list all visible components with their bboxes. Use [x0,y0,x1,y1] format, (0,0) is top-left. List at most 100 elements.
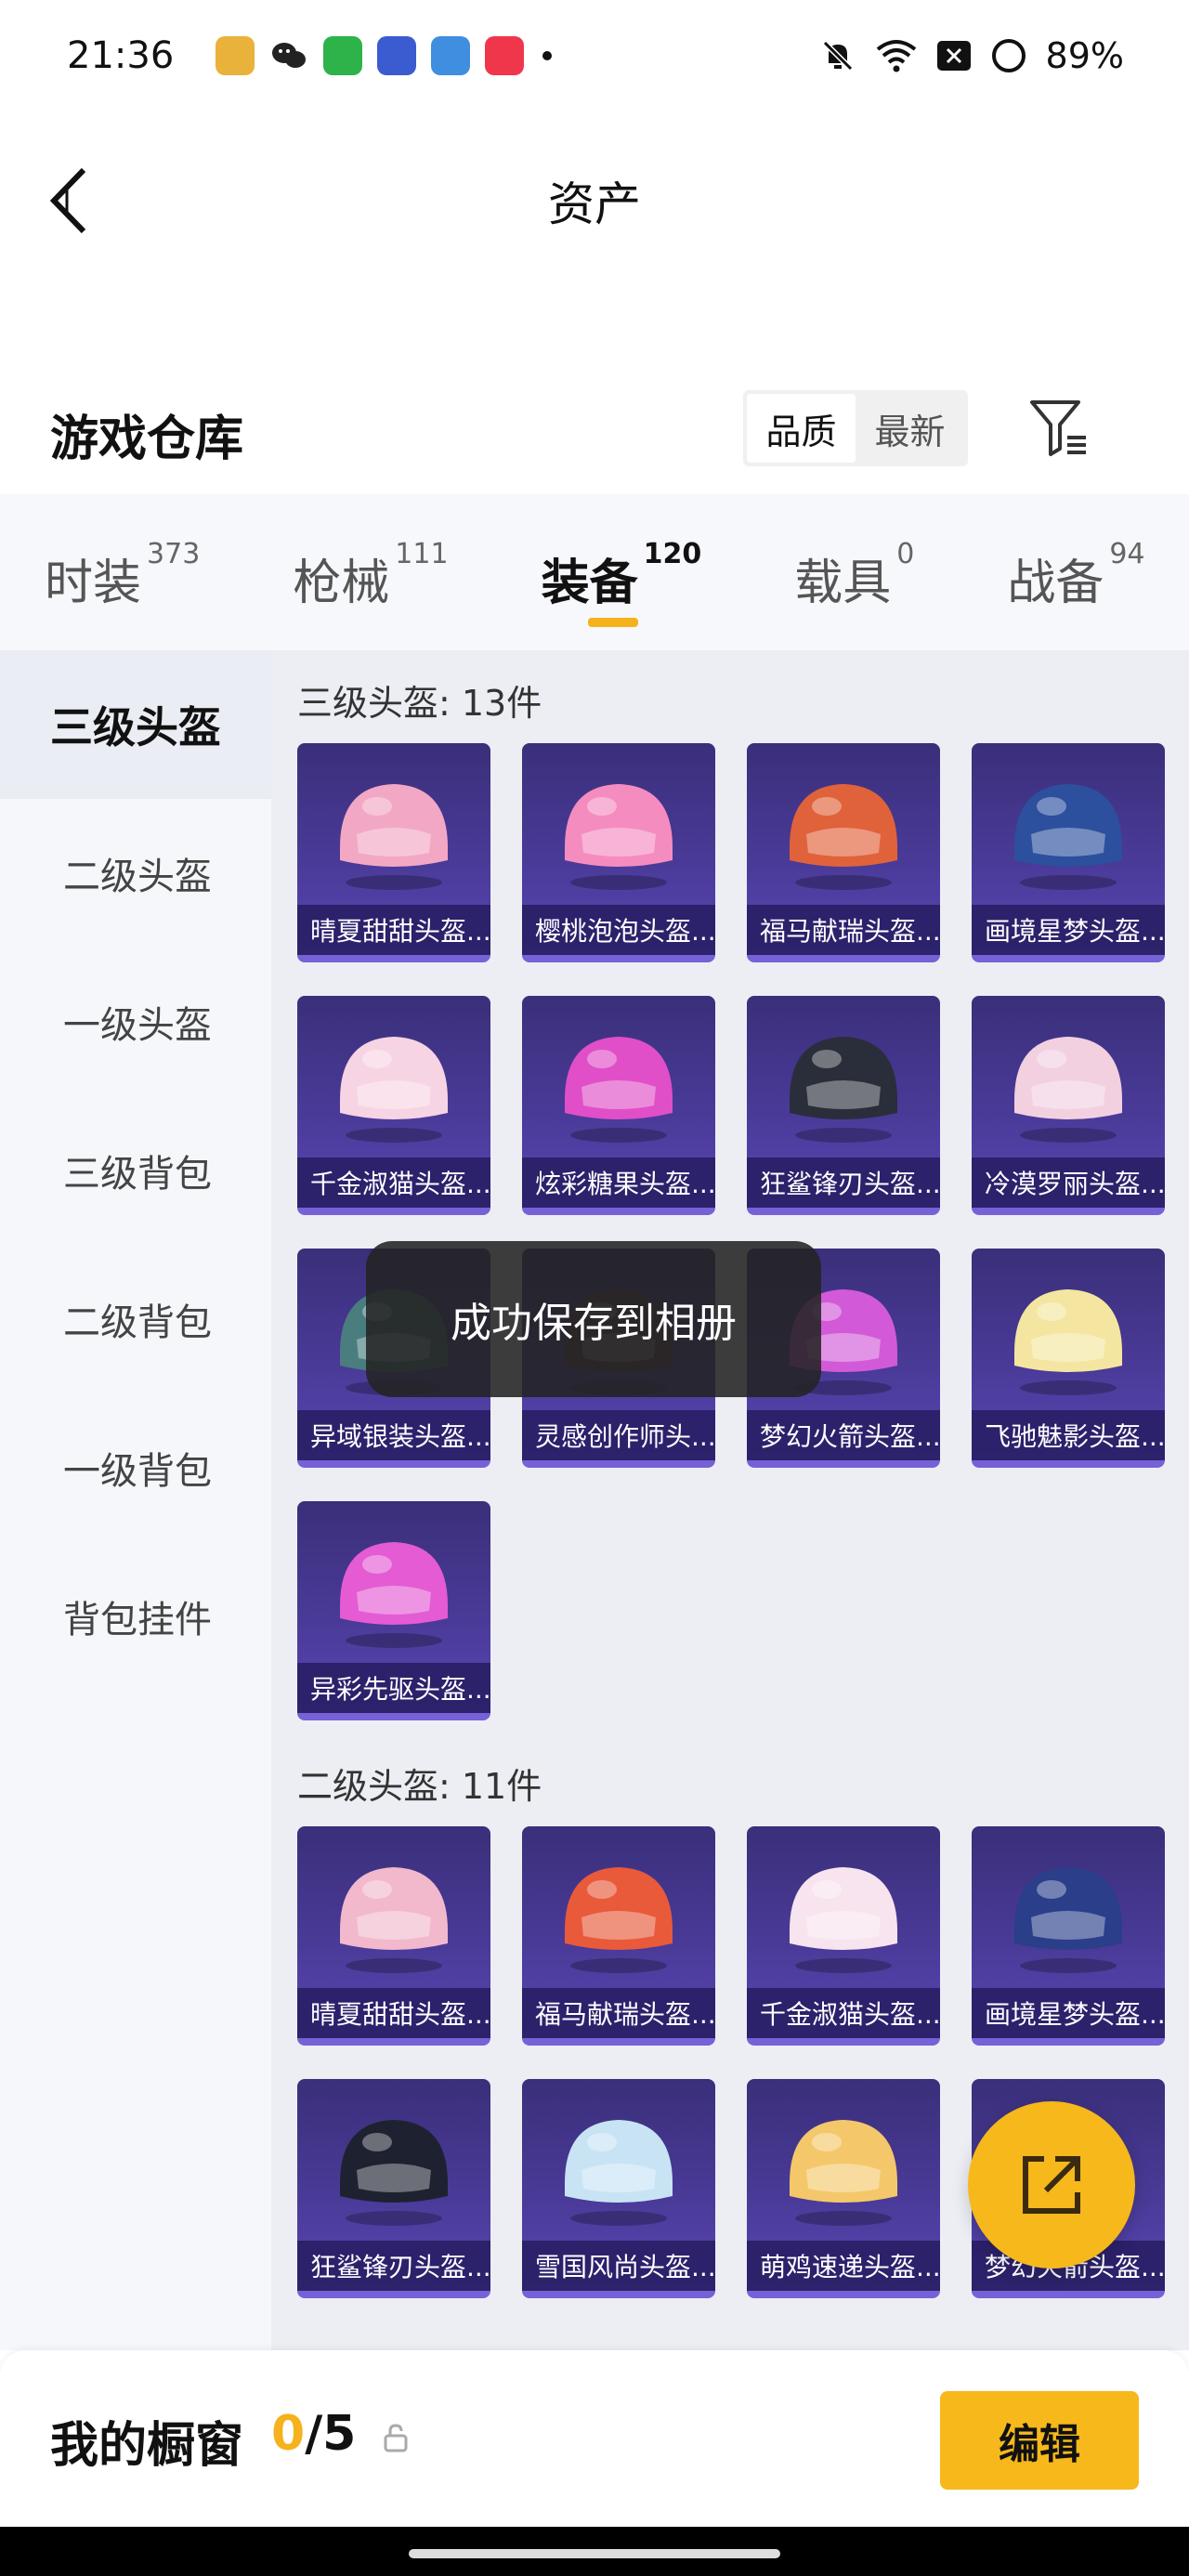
filter-button[interactable] [1022,390,1096,464]
item-card[interactable]: 樱桃泡泡头盔... [522,743,715,962]
helmet-icon [340,1542,448,1648]
tab-guns[interactable]: 枪械 111 [293,530,448,614]
status-app-icons [216,36,524,75]
helmet-thumbnail [544,1016,693,1146]
helmet-thumbnail [320,1016,468,1146]
item-card[interactable]: 雪国风尚头盔... [522,2079,715,2298]
item-card[interactable]: 千金淑猫头盔... [747,1826,940,2046]
game-app3-icon [431,36,470,75]
item-name: 福马献瑞头盔... [522,1988,715,2038]
item-name: 樱桃泡泡头盔... [522,905,715,955]
showcase-label: 我的橱窗 [50,2418,244,2474]
sort-toggle: 品质 最新 [743,390,968,466]
sidebar-item-level3-backpack[interactable]: 三级背包 [0,1096,271,1245]
helmet-icon [790,2120,897,2226]
share-icon [1023,2156,1080,2214]
item-card[interactable]: 晴夏甜甜头盔... [297,1826,490,2046]
warehouse-header: 游戏仓库 品质 最新 [0,353,1189,483]
game-app-icon [216,36,255,75]
game-app2-icon [377,36,416,75]
battery-percent: 89% [1045,35,1124,76]
section-title-level3: 三级头盔: 13件 [297,683,542,724]
item-card[interactable]: 福马献瑞头盔... [747,743,940,962]
edit-button[interactable]: 编辑 [940,2391,1139,2490]
item-name: 雪国风尚头盔... [522,2241,715,2291]
tab-count: 94 [1109,538,1145,570]
item-card[interactable]: 飞驰魅影头盔... [972,1249,1165,1468]
subcategory-sidebar: 三级头盔 二级头盔 一级头盔 三级背包 二级背包 一级背包 背包挂件 [0,650,271,2350]
helmet-thumbnail [994,1847,1143,1977]
helmet-icon [340,2120,448,2226]
helmet-icon [790,1867,897,1973]
sidebar-item-level2-helmet[interactable]: 二级头盔 [0,799,271,948]
home-gesture-handle[interactable] [409,2549,780,2558]
item-card[interactable]: 千金淑猫头盔... [297,996,490,1215]
tab-label: 时装 [45,556,142,611]
helmet-thumbnail [544,1847,693,1977]
item-card[interactable]: 狂鲨锋刃头盔... [747,996,940,1215]
helmet-thumbnail [544,2099,693,2229]
wifi-icon [876,40,916,72]
item-card[interactable]: 画境星梦头盔... [972,1826,1165,2046]
sidebar-item-level2-backpack[interactable]: 二级背包 [0,1245,271,1393]
tab-gear[interactable]: 战备 94 [1007,530,1144,614]
more-notifications-dot [542,51,552,60]
helmet-icon [790,1037,897,1143]
sort-by-quality[interactable]: 品质 [747,394,856,463]
item-card[interactable]: 福马献瑞头盔... [522,1826,715,2046]
item-card[interactable]: 炫彩糖果头盔... [522,996,715,1215]
tab-count: 0 [896,538,915,570]
item-card[interactable]: 狂鲨锋刃头盔... [297,2079,490,2298]
music-app-icon [485,36,524,75]
item-name: 冷漠罗丽头盔... [972,1157,1165,1208]
tab-fashion[interactable]: 时装 373 [45,530,200,614]
sidebar-item-level1-backpack[interactable]: 一级背包 [0,1393,271,1542]
item-card[interactable]: 萌鸡速递头盔... [747,2079,940,2298]
showcase-current: 0 [271,2406,306,2462]
showcase-total: /5 [305,2406,357,2462]
helmet-thumbnail [320,764,468,894]
helmet-icon [1014,1867,1122,1973]
item-name: 福马献瑞头盔... [747,905,940,955]
mute-icon [822,40,853,72]
tab-vehicles[interactable]: 载具 0 [794,530,914,614]
item-card[interactable]: 冷漠罗丽头盔... [972,996,1165,1215]
tab-label: 装备 [541,556,638,611]
item-name: 画境星梦头盔... [972,1988,1165,2038]
share-button[interactable] [968,2101,1135,2269]
wechat-icon [269,36,308,75]
item-name: 异彩先驱头盔... [297,1663,490,1713]
helmet-thumbnail [769,2099,918,2229]
item-grid-level3: 晴夏甜甜头盔... 樱桃泡泡头盔... 福马献瑞头盔... 画境星梦头盔... 千金淑猫… [297,743,1189,1720]
helmet-icon [565,784,673,890]
item-name: 晴夏甜甜头盔... [297,1988,490,2038]
section-title-level2: 二级头盔: 11件 [297,1766,542,1807]
battery-ring-icon [991,39,1026,72]
tab-label: 枪械 [293,556,390,611]
helmet-thumbnail [769,1847,918,1977]
tab-label: 载具 [794,556,892,611]
sidebar-item-level1-helmet[interactable]: 一级头盔 [0,948,271,1096]
shield-app-icon [323,36,362,75]
item-name: 画境星梦头盔... [972,905,1165,955]
item-name: 千金淑猫头盔... [297,1157,490,1208]
item-name: 狂鲨锋刃头盔... [297,2241,490,2291]
item-card[interactable]: 异彩先驱头盔... [297,1501,490,1720]
item-name: 千金淑猫头盔... [747,1988,940,2038]
content-area: 三级头盔 二级头盔 一级头盔 三级背包 二级背包 一级背包 背包挂件 三级头盔:… [0,650,1189,2350]
item-card[interactable]: 晴夏甜甜头盔... [297,743,490,962]
helmet-icon [565,2120,673,2226]
toast-message: 成功保存到相册 [366,1241,821,1397]
sidebar-item-level3-helmet[interactable]: 三级头盔 [0,650,271,799]
tab-equipment[interactable]: 装备 120 [541,530,701,627]
item-card[interactable]: 画境星梦头盔... [972,743,1165,962]
item-name: 晴夏甜甜头盔... [297,905,490,955]
helmet-thumbnail [320,2099,468,2229]
system-nav-bar [0,2527,1189,2576]
tab-count: 373 [147,538,201,570]
helmet-thumbnail [320,1847,468,1977]
sidebar-item-backpack-charm[interactable]: 背包挂件 [0,1542,271,1691]
helmet-thumbnail [994,1016,1143,1146]
helmet-icon [1014,1037,1122,1143]
sort-by-newest[interactable]: 最新 [856,394,964,463]
